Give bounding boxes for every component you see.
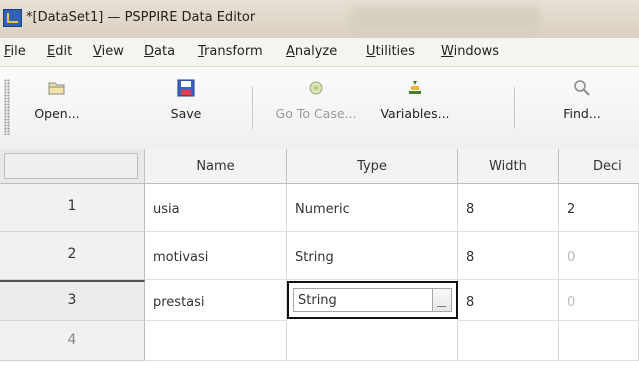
toolbar-separator-2 xyxy=(514,87,515,129)
cell-decimals[interactable]: 0 xyxy=(559,232,639,280)
cell-decimals[interactable]: 2 xyxy=(559,184,639,232)
goto-case-icon xyxy=(307,79,325,97)
variables-label: Variables... xyxy=(380,106,450,121)
column-header-type[interactable]: Type xyxy=(287,149,458,184)
cell-name[interactable] xyxy=(145,321,287,361)
cell-width[interactable]: 8 xyxy=(458,184,559,232)
folder-open-icon xyxy=(48,79,66,97)
find-button[interactable]: Find... xyxy=(552,79,612,122)
row-header-2[interactable]: 2 xyxy=(0,232,145,280)
menu-view[interactable]: View xyxy=(93,44,124,59)
cell-name[interactable]: usia xyxy=(145,184,287,232)
variables-icon xyxy=(406,79,424,97)
toolbar-grip-handle[interactable] xyxy=(4,79,10,135)
menu-edit-rest: dit xyxy=(55,44,73,59)
cell-width[interactable] xyxy=(458,321,559,361)
variables-button[interactable]: Variables... xyxy=(370,79,460,122)
grid-corner-box xyxy=(4,153,138,179)
menu-file[interactable]: File xyxy=(4,44,26,59)
grid-corner[interactable] xyxy=(0,149,145,184)
type-cell-input[interactable] xyxy=(293,288,433,312)
menu-utilities-rest: tilities xyxy=(375,44,415,59)
floppy-disk-icon xyxy=(177,79,195,97)
menu-utilities-mnemonic: U xyxy=(366,44,376,59)
variable-view-grid: Name Type Width Deci 1 usia Numeric 8 2 … xyxy=(0,149,639,379)
row-header-3[interactable]: 3 xyxy=(0,280,145,321)
menu-file-rest: ile xyxy=(10,44,26,59)
goto-case-label: Go To Case... xyxy=(275,106,357,121)
column-header-name[interactable]: Name xyxy=(145,149,287,184)
menu-view-mnemonic: V xyxy=(93,44,102,59)
menu-data-mnemonic: D xyxy=(144,44,155,59)
menu-transform[interactable]: Transform xyxy=(198,44,263,59)
title-bar[interactable]: *[DataSet1] — PSPPIRE Data Editor xyxy=(0,0,639,38)
toolbar-separator xyxy=(252,87,253,129)
menu-edit[interactable]: Edit xyxy=(47,44,72,59)
type-dialog-button[interactable] xyxy=(433,288,452,312)
cell-width[interactable]: 8 xyxy=(458,280,559,321)
menu-transform-rest: ransform xyxy=(204,44,263,59)
psppire-app-icon xyxy=(3,9,22,27)
menu-windows[interactable]: Windows xyxy=(441,44,499,59)
cell-decimals[interactable] xyxy=(559,321,639,361)
save-button[interactable]: Save xyxy=(158,79,214,122)
cell-name[interactable]: prestasi xyxy=(145,280,287,321)
menu-windows-rest: indows xyxy=(453,44,500,59)
find-label: Find... xyxy=(563,106,601,121)
open-button[interactable]: Open... xyxy=(22,79,92,122)
menu-windows-mnemonic: W xyxy=(441,44,454,59)
menu-data-rest: ata xyxy=(154,44,176,59)
magnifier-icon xyxy=(573,79,591,97)
menu-edit-mnemonic: E xyxy=(47,44,56,59)
menu-analyze-mnemonic: A xyxy=(286,44,295,59)
menu-bar: File Edit View Data Transform Analyze Ut… xyxy=(0,38,639,67)
open-label: Open... xyxy=(34,106,80,121)
cell-type[interactable] xyxy=(287,321,458,361)
cell-name[interactable]: motivasi xyxy=(145,232,287,280)
menu-data[interactable]: Data xyxy=(144,44,175,59)
save-label: Save xyxy=(170,106,202,121)
menu-utilities[interactable]: Utilities xyxy=(366,44,415,59)
column-header-width[interactable]: Width xyxy=(458,149,559,184)
row-header-4[interactable]: 4 xyxy=(0,321,145,361)
menu-analyze[interactable]: Analyze xyxy=(286,44,337,59)
title-bar-blur xyxy=(350,6,540,30)
row-header-1[interactable]: 1 xyxy=(0,184,145,232)
cell-type[interactable]: String xyxy=(287,232,458,280)
menu-view-rest: iew xyxy=(101,44,124,59)
cell-type[interactable]: Numeric xyxy=(287,184,458,232)
column-header-decimals[interactable]: Deci xyxy=(559,149,639,184)
goto-case-button[interactable]: Go To Case... xyxy=(268,79,364,122)
active-type-cell[interactable] xyxy=(287,281,458,319)
menu-analyze-rest: nalyze xyxy=(294,44,338,59)
toolbar: Open... Save Go To Case... Variables... … xyxy=(0,67,639,150)
cell-decimals[interactable]: 0 xyxy=(559,280,639,321)
window-title: *[DataSet1] — PSPPIRE Data Editor xyxy=(26,10,256,25)
cell-width[interactable]: 8 xyxy=(458,232,559,280)
